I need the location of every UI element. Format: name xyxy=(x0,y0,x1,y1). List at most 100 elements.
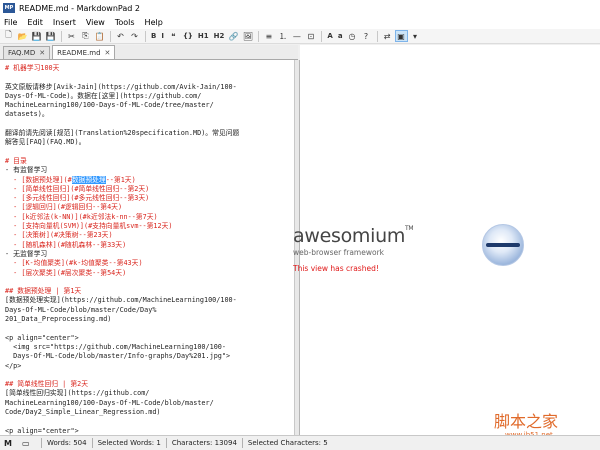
close-icon[interactable]: ✕ xyxy=(39,49,45,57)
sync-scroll-icon[interactable]: ⇄ xyxy=(381,30,394,42)
image-icon[interactable]: 🖼 xyxy=(241,30,254,42)
editor-line[interactable]: 201_Data_Preprocessing.md) xyxy=(5,315,294,324)
editor-line[interactable]: Days-Of-ML-Code/blob/master/Code/Day% xyxy=(5,306,294,315)
awesomium-subtitle: web-browser framework xyxy=(293,248,384,257)
editor-line[interactable]: </p> xyxy=(5,362,294,371)
editor-line[interactable]: MachineLearning100/100-Days-Of-ML-Code/b… xyxy=(5,399,294,408)
editor-line[interactable]: - 无监督学习 xyxy=(5,250,294,259)
editor-line[interactable]: 英文原版请移步[Avik-Jain](https://github.com/Av… xyxy=(5,83,294,92)
editor-line[interactable]: - [简单线性回归](#简单线性回归--第2天) xyxy=(5,185,294,194)
menu-file[interactable]: File xyxy=(4,18,17,27)
bullet-list-icon[interactable]: ≡ xyxy=(262,30,275,42)
hr-icon[interactable]: — xyxy=(290,30,303,42)
layout-icon[interactable]: ▭ xyxy=(22,439,32,448)
orb-band xyxy=(486,243,520,247)
numbered-list-icon[interactable]: ⒈ xyxy=(276,30,289,42)
editor-line[interactable]: # 目录 xyxy=(5,157,294,166)
quote-icon[interactable]: ❝ xyxy=(167,30,180,42)
h2-icon[interactable]: H2 xyxy=(212,30,227,42)
editor-line[interactable] xyxy=(5,371,294,380)
editor-line[interactable]: [简单线性回归实现](https://github.com/ xyxy=(5,389,294,398)
editor-line[interactable]: - [数据预处理](#数据预处理--第1天) xyxy=(5,175,294,185)
tab-label: FAQ.MD xyxy=(8,49,36,57)
dropdown-icon[interactable]: ▾ xyxy=(409,30,422,42)
markdown-mode-icon[interactable]: M xyxy=(4,439,14,448)
editor-line[interactable] xyxy=(5,120,294,129)
menu-view[interactable]: View xyxy=(86,18,105,27)
italic-icon[interactable]: I xyxy=(159,30,166,42)
editor-line[interactable]: - [随机森林](#随机森林--第33天) xyxy=(5,241,294,250)
close-icon[interactable]: ✕ xyxy=(105,49,111,57)
editor-line[interactable]: datasets)。 xyxy=(5,110,294,119)
menu-insert[interactable]: Insert xyxy=(53,18,76,27)
selected-words: Selected Words: 1 xyxy=(97,439,161,447)
editor-line[interactable] xyxy=(5,148,294,157)
cut-icon[interactable]: ✂ xyxy=(65,30,78,42)
awesomium-logo: awesomiumTM xyxy=(293,225,414,247)
app-icon: MP xyxy=(3,3,15,13)
tab-label: README.md xyxy=(57,48,101,57)
editor-line[interactable] xyxy=(5,73,294,82)
editor-line[interactable]: <p align="center"> xyxy=(5,334,294,343)
editor-line[interactable]: Code/Day2_Simple_Linear_Regression.md) xyxy=(5,408,294,417)
editor-line[interactable]: 翻译前请先阅读[规范](Translation%20specification.… xyxy=(5,129,294,138)
editor-line[interactable]: ## 简单线性回归 | 第2天 xyxy=(5,380,294,389)
editor-line[interactable]: Days-Of-ML-Code/blob/master/Info-graphs/… xyxy=(5,352,294,361)
editor-line[interactable]: [数据预处理实现](https://github.com/MachineLear… xyxy=(5,296,294,305)
new-file-icon[interactable]: 🗋 xyxy=(2,30,15,42)
save-all-icon[interactable]: 💾 xyxy=(44,30,57,42)
timestamp-icon[interactable]: ⊡ xyxy=(304,30,317,42)
editor-line[interactable]: - [K-均值聚类](#k-均值聚类--第43天) xyxy=(5,259,294,268)
watermark: 脚本之家 xyxy=(494,412,559,431)
editor-line[interactable]: - [支持向量机(SVM)](#支持向量机svm--第12天) xyxy=(5,222,294,231)
undo-icon[interactable]: ↶ xyxy=(114,30,127,42)
clock-icon[interactable]: ◷ xyxy=(346,30,359,42)
font-a-small-icon[interactable]: a xyxy=(336,30,345,42)
toolbar-separator xyxy=(61,30,62,42)
open-folder-icon[interactable]: 📂 xyxy=(16,30,29,42)
code-icon[interactable]: {} xyxy=(181,30,195,42)
editor-line[interactable]: 解答见[FAQ](FAQ.MD)。 xyxy=(5,138,294,147)
tab-faq[interactable]: FAQ.MD ✕ xyxy=(3,46,51,59)
bold-icon[interactable]: B xyxy=(149,30,158,42)
editor-line[interactable]: # 机器学习100天 xyxy=(5,64,294,73)
editor-line[interactable]: - [k近邻法(k-NN)](#k近邻法k-nn--第7天) xyxy=(5,213,294,222)
h1-icon[interactable]: H1 xyxy=(196,30,211,42)
text-selection: 数据预处理 xyxy=(71,175,106,184)
toolbar: 🗋 📂 💾 💾 ✂ ⎘ 📋 ↶ ↷ B I ❝{} H1 H2 🔗 🖼 ≡ ⒈ — ⊡ Aa ◷? ⇄ ▣ ▾ xyxy=(0,29,600,44)
menu-bar: File Edit Insert View Tools Help xyxy=(0,16,600,29)
title-bar: MP README.md - MarkdownPad 2 xyxy=(0,0,600,16)
editor-line[interactable]: Days-Of-ML-Code)。数据在[这里](https://github.… xyxy=(5,92,294,101)
logo-tm: TM xyxy=(405,225,414,232)
editor-line[interactable]: <p align="center"> xyxy=(5,427,294,435)
toolbar-separator xyxy=(321,30,323,42)
preview-icon[interactable]: ▣ xyxy=(394,30,408,42)
editor-line[interactable]: - [逻辑回归](#逻辑回归--第4天) xyxy=(5,203,294,212)
paste-icon[interactable]: 📋 xyxy=(93,30,106,42)
editor-line[interactable] xyxy=(5,278,294,287)
editor-line[interactable]: - 有监督学习 xyxy=(5,166,294,175)
editor-line[interactable]: <img src="https://github.com/MachineLear… xyxy=(5,343,294,352)
redo-icon[interactable]: ↷ xyxy=(128,30,141,42)
editor-line[interactable]: - [层次聚类](#层次聚类--第54天) xyxy=(5,269,294,278)
toolbar-separator xyxy=(258,30,260,42)
help-icon[interactable]: ? xyxy=(360,30,373,42)
editor-line[interactable] xyxy=(5,417,294,426)
crash-message: This view has crashed! xyxy=(293,264,379,273)
logo-text: awesomium xyxy=(293,225,406,247)
font-a-icon[interactable]: A xyxy=(325,30,334,42)
markdown-editor[interactable]: # 机器学习100天 英文原版请移步[Avik-Jain](https://git… xyxy=(0,60,295,435)
editor-line[interactable]: MachineLearning100/100-Days-Of-ML-Code/t… xyxy=(5,101,294,110)
toolbar-separator xyxy=(376,30,378,42)
editor-line[interactable] xyxy=(5,324,294,333)
menu-tools[interactable]: Tools xyxy=(115,18,135,27)
save-icon[interactable]: 💾 xyxy=(30,30,43,42)
menu-edit[interactable]: Edit xyxy=(27,18,43,27)
toolbar-separator xyxy=(145,30,146,42)
toolbar-separator xyxy=(110,30,111,42)
editor-line[interactable]: - [决策树](#决策树--第23天) xyxy=(5,231,294,240)
copy-icon[interactable]: ⎘ xyxy=(79,30,92,42)
menu-help[interactable]: Help xyxy=(145,18,163,27)
link-icon[interactable]: 🔗 xyxy=(227,30,240,42)
tab-readme[interactable]: README.md ✕ xyxy=(52,45,116,59)
